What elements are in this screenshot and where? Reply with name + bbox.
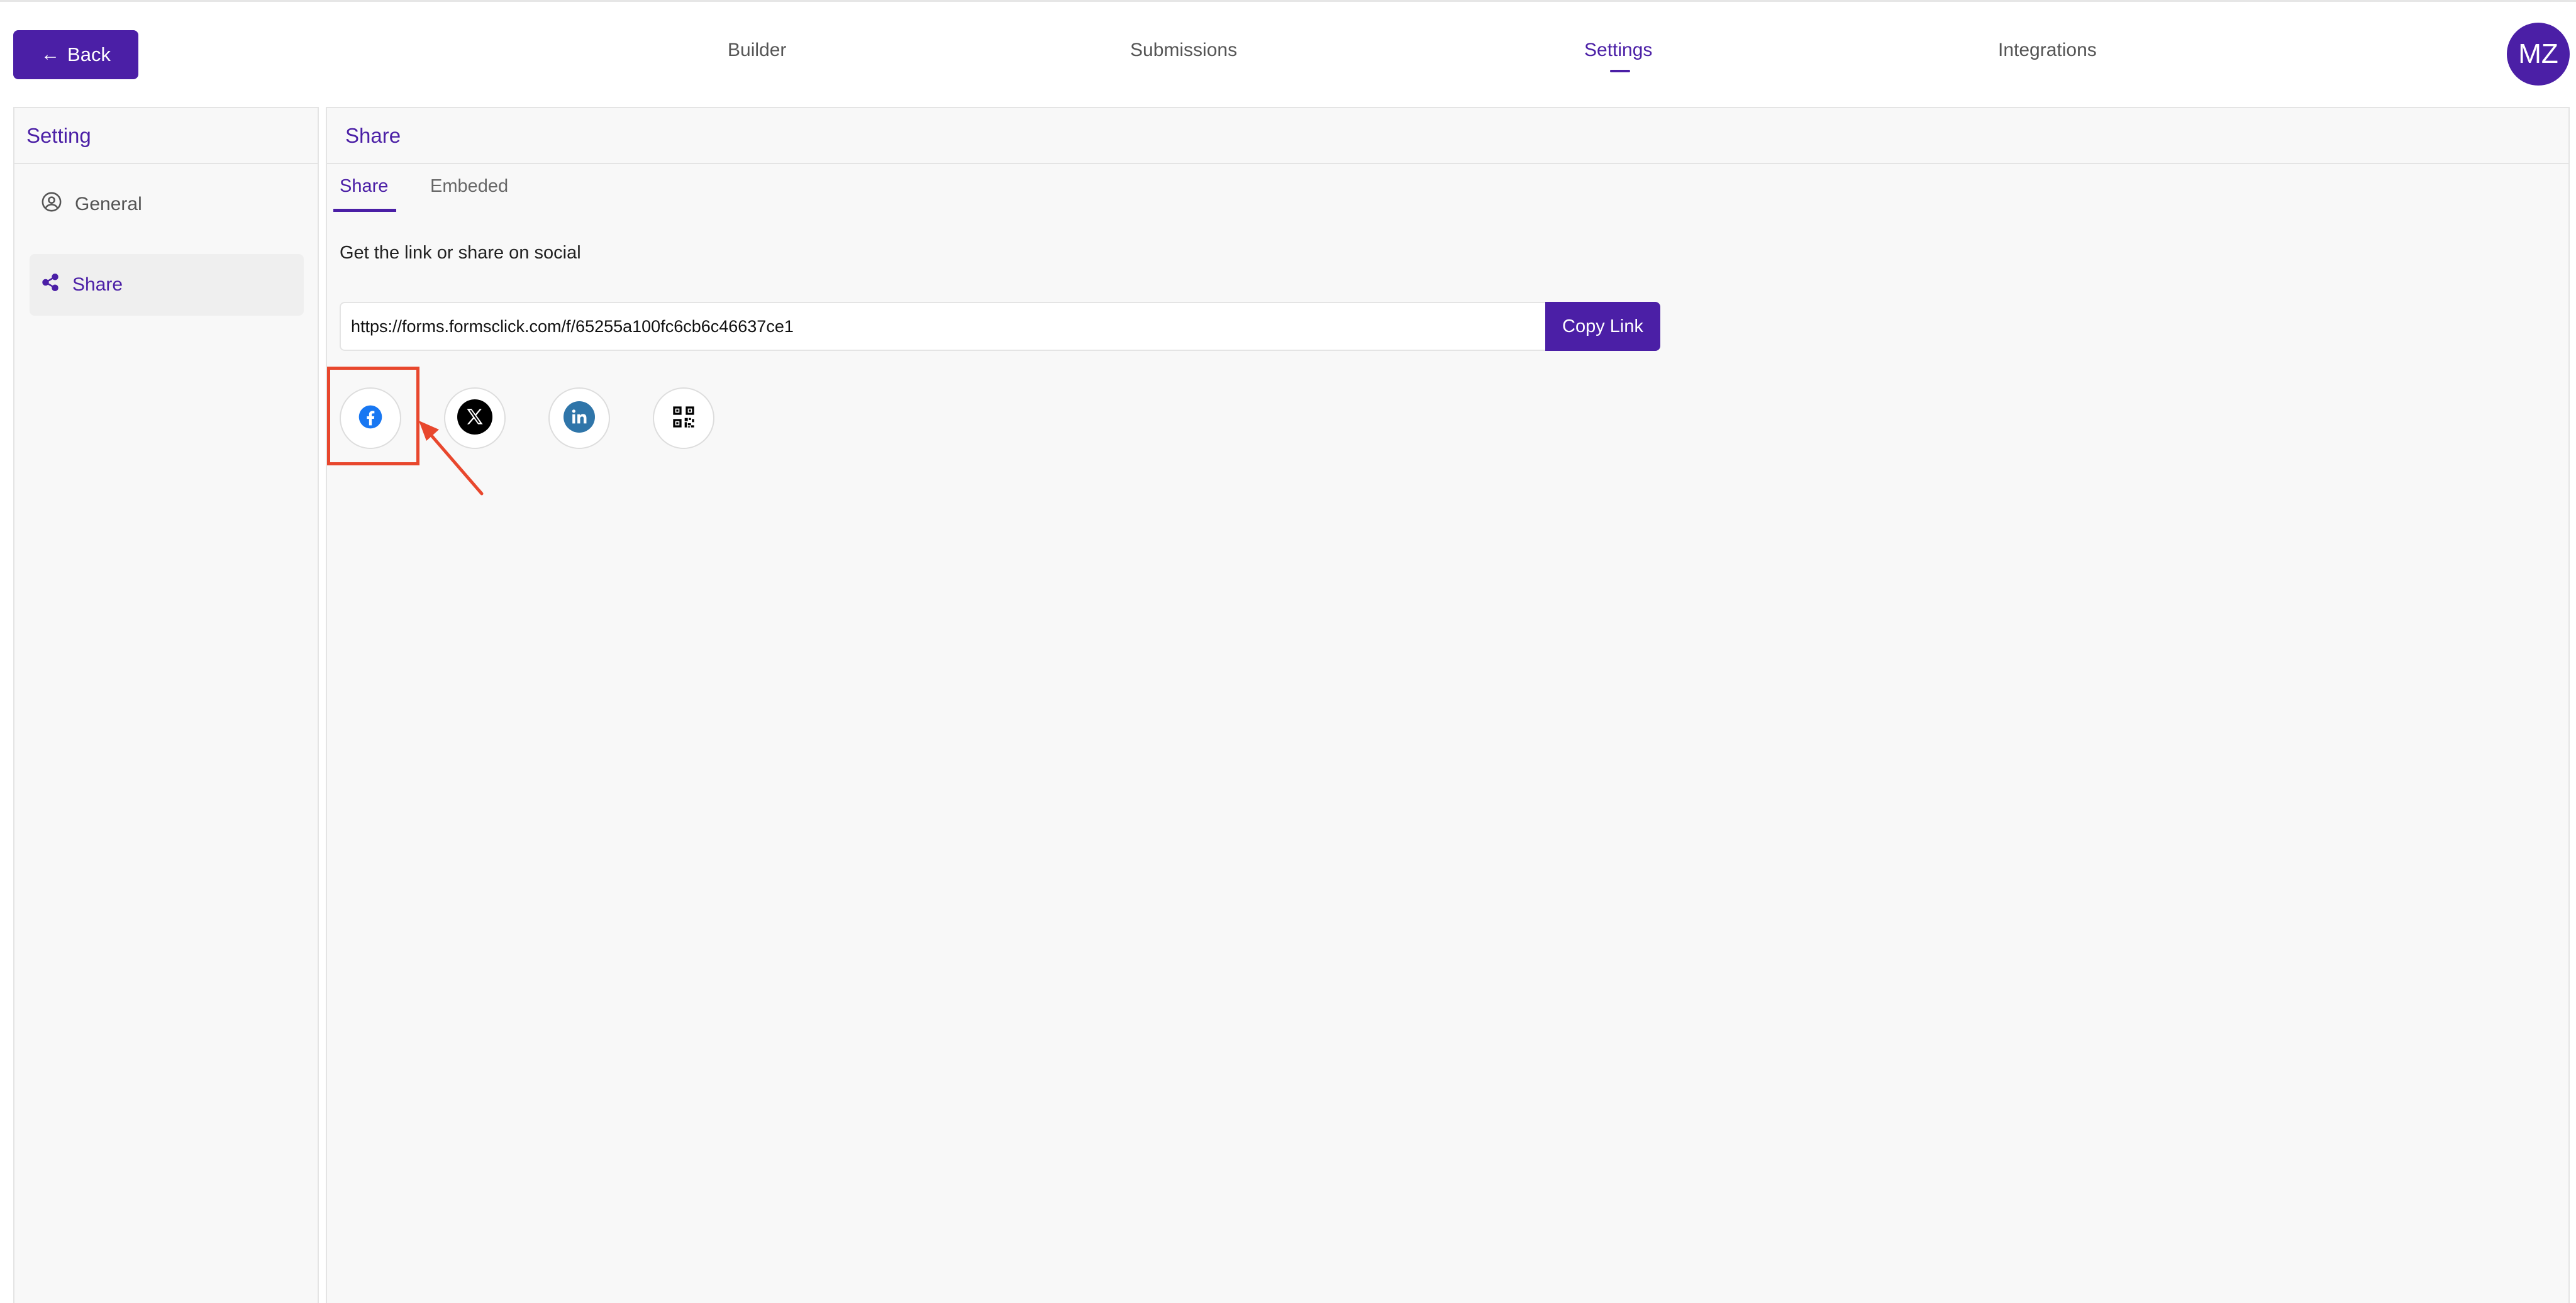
active-tab-indicator [1610, 70, 1630, 72]
share-panel: Share Share Embeded Get the link or shar… [326, 107, 2570, 1303]
qr-code-icon [671, 404, 696, 433]
back-button[interactable]: ← Back [13, 30, 138, 79]
back-button-label: Back [67, 43, 111, 65]
page-title: Share [327, 108, 2568, 164]
sidebar-item-general[interactable]: General [30, 174, 304, 235]
annotation-arrow-icon [419, 421, 484, 496]
sidebar-item-share[interactable]: Share [30, 254, 304, 316]
share-icon [41, 273, 60, 297]
tab-settings[interactable]: Settings [1584, 40, 1652, 61]
top-navbar: ← Back Builder Submissions Settings Inte… [0, 0, 2576, 104]
tab-builder[interactable]: Builder [728, 40, 786, 61]
tab-submissions[interactable]: Submissions [1130, 40, 1237, 61]
avatar[interactable]: MZ [2507, 23, 2570, 86]
sidebar-item-label: General [75, 194, 142, 214]
annotation-highlight-box [327, 367, 419, 465]
arrow-left-icon: ← [41, 44, 60, 65]
linkedin-share-button[interactable] [548, 387, 610, 449]
share-link-input[interactable] [340, 302, 1546, 351]
tab-integrations[interactable]: Integrations [1998, 40, 2097, 61]
linkedin-icon [564, 401, 595, 436]
user-circle-icon [41, 191, 62, 218]
sidebar-item-label: Share [72, 274, 123, 295]
tab-embeded[interactable]: Embeded [430, 176, 508, 197]
subtab-indicator [333, 209, 396, 212]
qr-code-button[interactable] [653, 387, 714, 449]
share-description: Get the link or share on social [340, 243, 581, 263]
copy-link-button[interactable]: Copy Link [1545, 302, 1660, 351]
settings-sidebar: Setting General Share [13, 107, 319, 1303]
sidebar-title: Setting [14, 108, 318, 164]
tab-share[interactable]: Share [340, 176, 388, 197]
